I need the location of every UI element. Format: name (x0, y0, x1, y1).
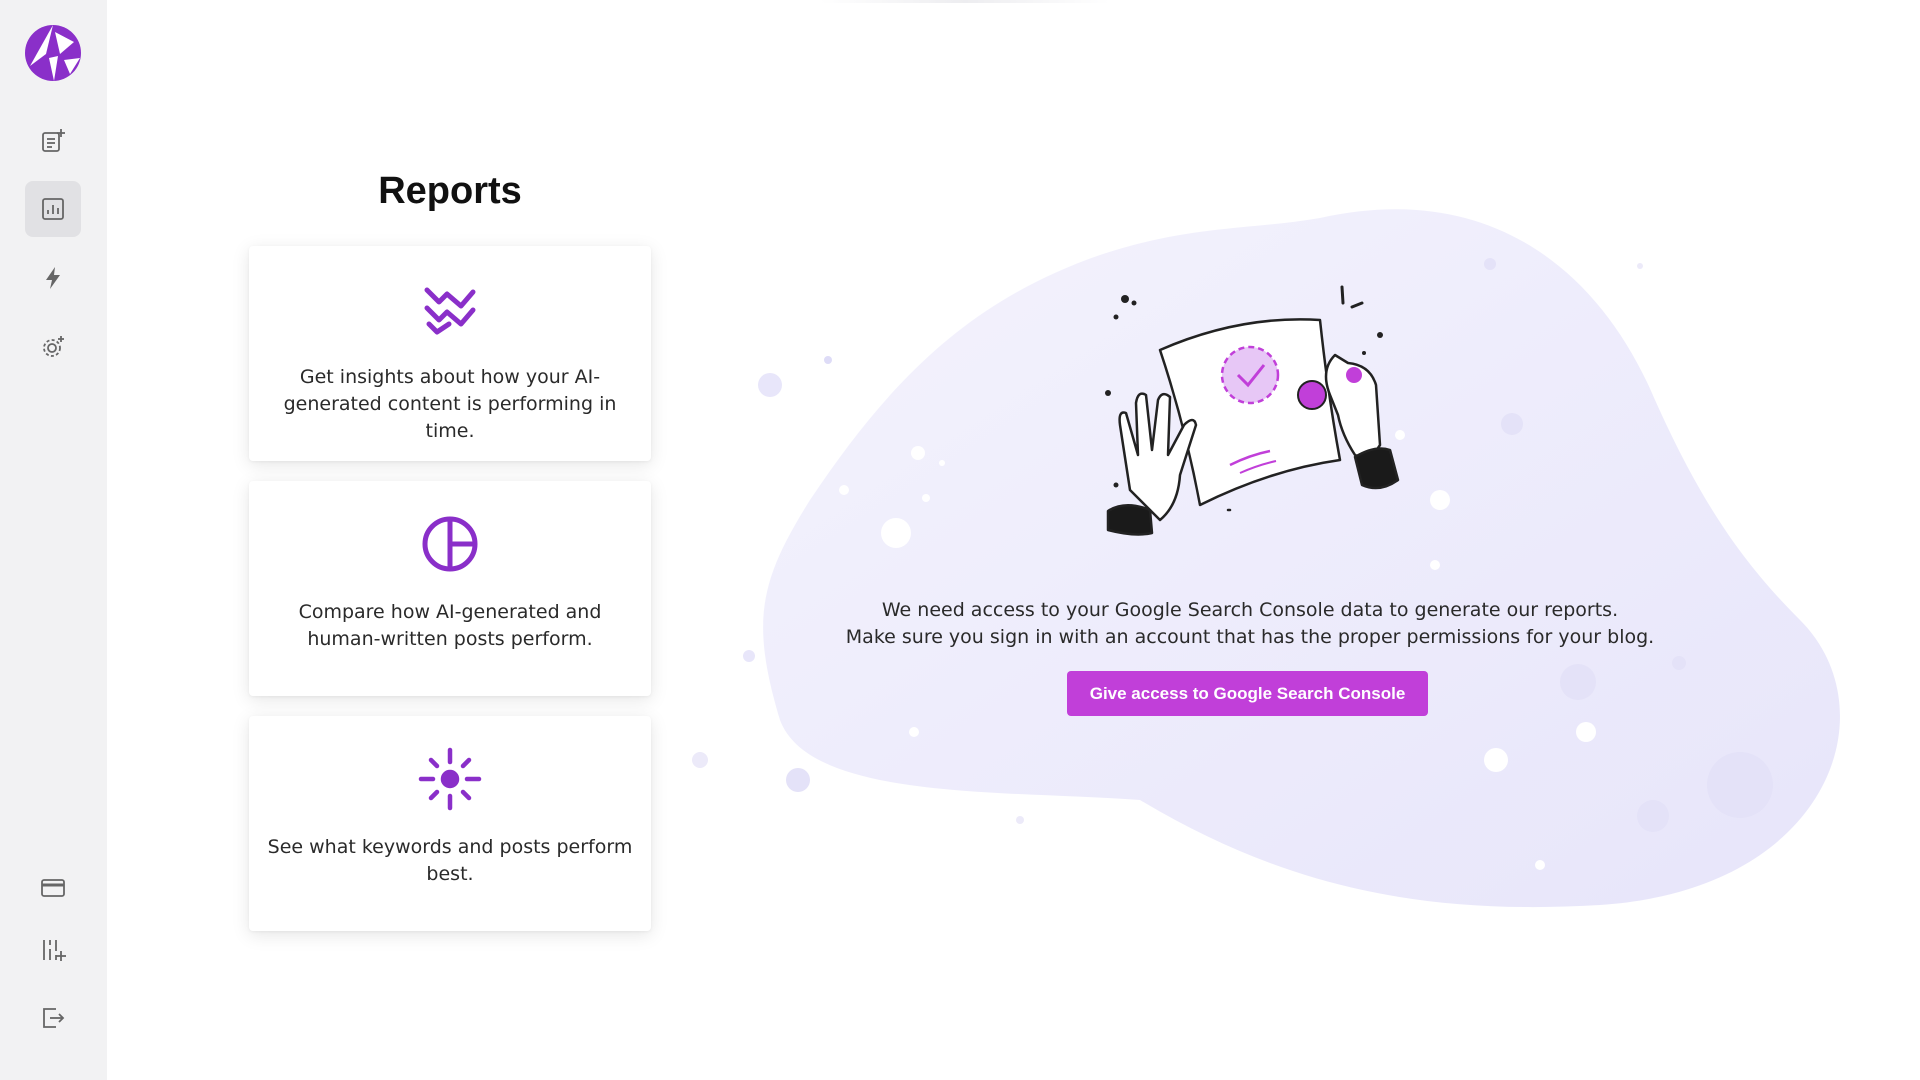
gsc-message-line1: We need access to your Google Search Con… (881, 599, 1619, 621)
report-card-compare: Compare how AI-generated and human-writt… (249, 481, 651, 696)
app-logo-icon[interactable] (24, 24, 82, 82)
page-title: Reports (378, 170, 522, 212)
sidebar-item-billing[interactable] (25, 860, 81, 916)
sparkle-target-icon (418, 747, 482, 811)
gsc-access-message: We need access to your Google Search Con… (820, 597, 1680, 651)
report-card-keywords: See what keywords and posts perform best… (249, 716, 651, 931)
pie-chart-icon (422, 516, 478, 572)
sidebar-item-logout[interactable] (25, 990, 81, 1046)
settings-gear-icon (43, 336, 64, 357)
sidebar-item-automation[interactable] (25, 250, 81, 306)
gsc-message-line2: Make sure you sign in with an account th… (845, 626, 1655, 648)
sidebar-item-settings[interactable] (25, 319, 81, 375)
sliders-add-icon (43, 940, 66, 961)
handshake-document-illustration (1105, 285, 1400, 536)
lightning-icon (46, 267, 60, 289)
give-gsc-access-button[interactable]: Give access to Google Search Console (1067, 671, 1428, 716)
trend-lines-icon (424, 287, 476, 335)
sidebar (0, 0, 107, 1080)
sidebar-item-reports[interactable] (25, 181, 81, 237)
logout-icon (43, 1008, 65, 1028)
top-divider (820, 0, 1110, 3)
sidebar-item-integrations[interactable] (25, 922, 81, 978)
credit-card-icon (41, 879, 65, 897)
card-keywords-text: See what keywords and posts perform best… (267, 836, 633, 885)
card-compare-text: Compare how AI-generated and human-writt… (298, 601, 602, 650)
sidebar-item-new-article[interactable] (25, 113, 81, 169)
reports-icon (42, 198, 64, 220)
card-insights-text: Get insights about how your AI-generated… (283, 366, 617, 442)
report-card-insights: Get insights about how your AI-generated… (249, 246, 651, 461)
new-article-icon (42, 129, 65, 152)
